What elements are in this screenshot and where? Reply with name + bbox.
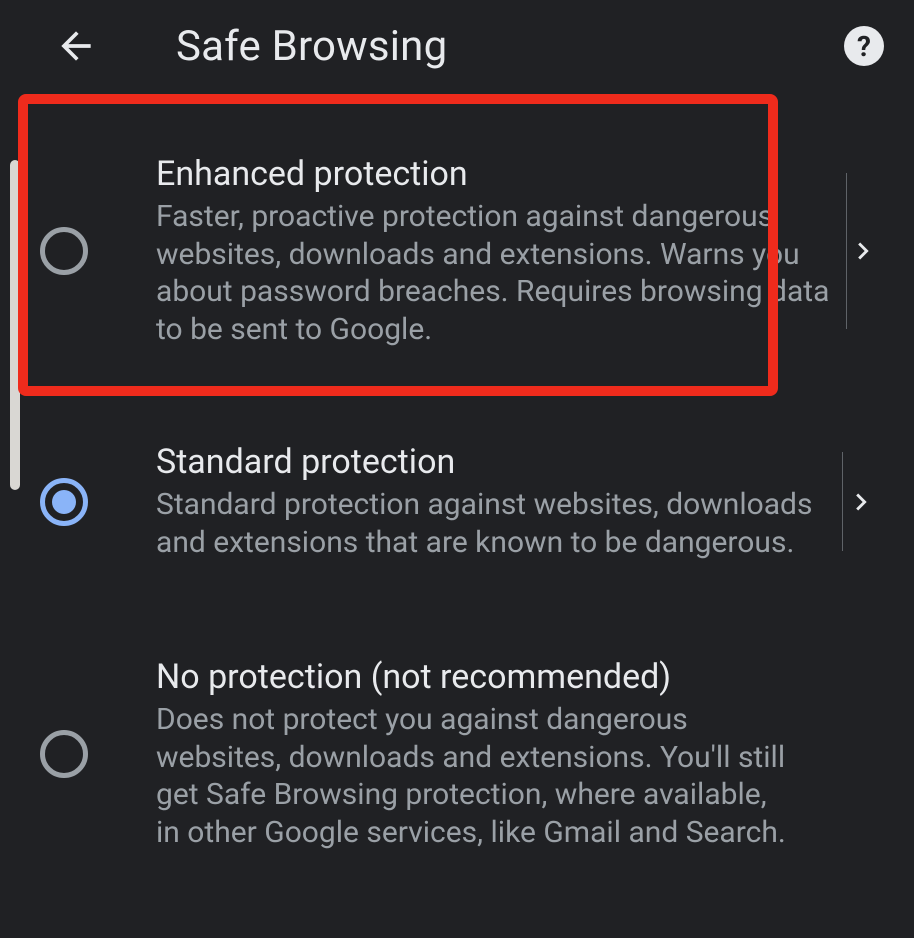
radio-no-protection[interactable] — [40, 730, 88, 778]
option-standard-protection[interactable]: Standard protection Standard protection … — [14, 394, 880, 609]
details-standard-protection[interactable] — [842, 442, 880, 561]
radio-standard-protection[interactable] — [40, 478, 88, 526]
safe-browsing-screen: Safe Browsing ? Enhanced protection Fast… — [0, 0, 914, 938]
option-title: No protection (not recommended) — [156, 657, 790, 697]
option-text: Standard protection Standard protection … — [156, 442, 842, 561]
option-no-protection[interactable]: No protection (not recommended) Does not… — [14, 609, 880, 899]
arrow-left-icon — [54, 24, 98, 68]
radio-enhanced-protection[interactable] — [40, 227, 88, 275]
page-title: Safe Browsing — [176, 22, 447, 71]
options-list: Enhanced protection Faster, proactive pr… — [14, 100, 880, 899]
option-title: Standard protection — [156, 442, 826, 482]
help-button[interactable]: ? — [844, 26, 884, 66]
option-enhanced-protection[interactable]: Enhanced protection Faster, proactive pr… — [14, 100, 880, 394]
details-enhanced-protection[interactable] — [846, 154, 880, 348]
option-description: Standard protection against websites, do… — [156, 486, 826, 561]
chevron-right-icon — [844, 485, 878, 519]
option-description: Faster, proactive protection against dan… — [156, 198, 830, 348]
option-title: Enhanced protection — [156, 154, 830, 194]
option-description: Does not protect you against dangerous w… — [156, 701, 790, 851]
help-icon: ? — [857, 30, 871, 63]
option-text: No protection (not recommended) Does not… — [156, 657, 880, 851]
header: Safe Browsing ? — [0, 0, 914, 82]
chevron-right-icon — [846, 234, 880, 268]
option-text: Enhanced protection Faster, proactive pr… — [156, 154, 846, 348]
back-button[interactable] — [48, 18, 104, 74]
